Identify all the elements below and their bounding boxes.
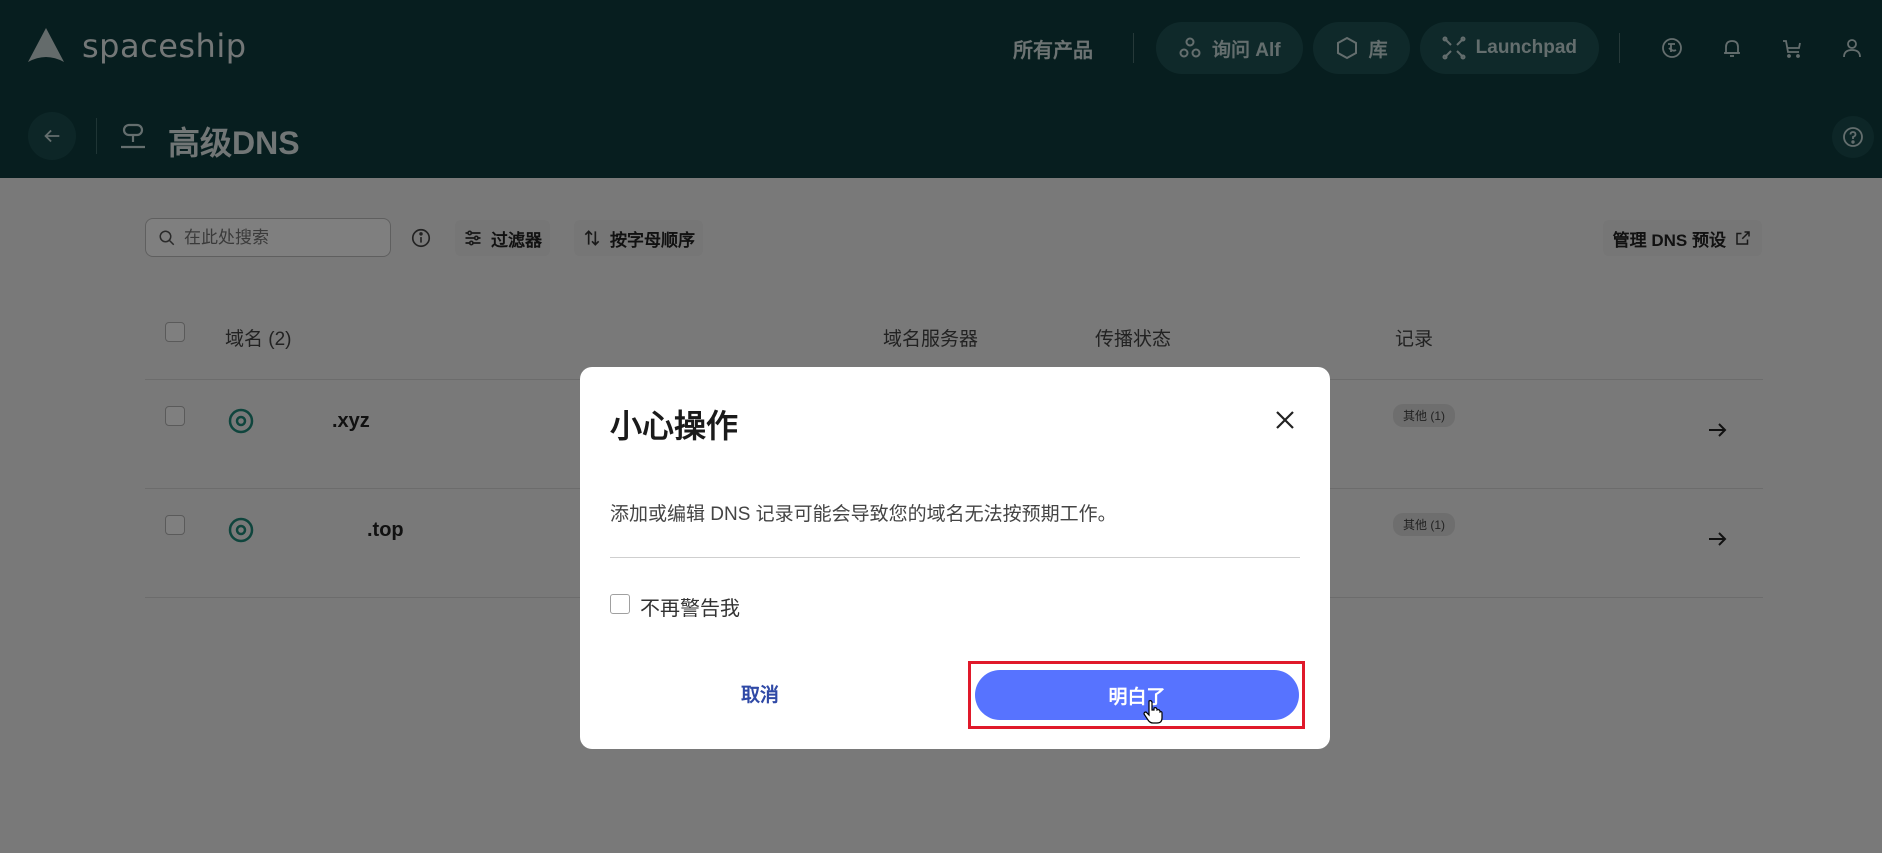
close-icon[interactable]	[1274, 409, 1296, 431]
caution-dialog: 小心操作 添加或编辑 DNS 记录可能会导致您的域名无法按预期工作。 不再警告我…	[580, 367, 1330, 749]
click-highlight	[968, 661, 1305, 729]
dialog-message: 添加或编辑 DNS 记录可能会导致您的域名无法按预期工作。	[610, 504, 1117, 525]
dont-warn-checkbox[interactable]	[610, 594, 630, 614]
dialog-divider	[610, 557, 1300, 558]
dont-warn-label[interactable]: 不再警告我	[640, 592, 740, 621]
dialog-title: 小心操作	[610, 408, 739, 444]
cancel-button[interactable]: 取消	[670, 669, 850, 717]
hand-cursor-icon	[1143, 700, 1163, 724]
